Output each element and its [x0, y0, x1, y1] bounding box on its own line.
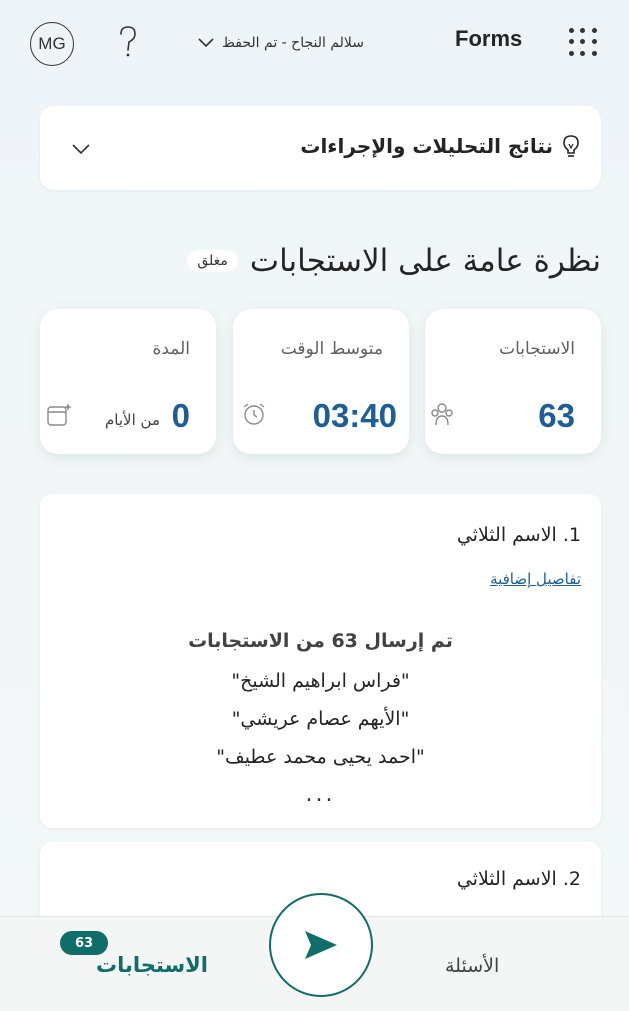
- avatar[interactable]: MG: [30, 22, 74, 66]
- response-summary: تم إرسال 63 من الاستجابات: [188, 630, 453, 652]
- more-ellipsis: ...: [305, 782, 336, 807]
- more-details-link[interactable]: تفاصيل إضافية: [490, 570, 581, 588]
- app-brand: Forms: [455, 26, 523, 51]
- send-icon: [305, 931, 337, 959]
- calendar-sparkle-icon: [47, 403, 72, 426]
- top-bar: MG سلالم النجاح - تم الحفظ Forms: [0, 0, 629, 86]
- duration-stat-unit: من الأيام: [105, 411, 160, 429]
- avg-time-stat-label: متوسط الوقت: [280, 339, 383, 359]
- chevron-down-icon: [198, 38, 214, 48]
- responses-stat-card: الاستجابات 63: [425, 309, 601, 454]
- waffle-icon[interactable]: [569, 28, 599, 58]
- avg-time-stat-card: متوسط الوقت 03:40: [233, 309, 409, 454]
- page-title: نظرة عامة على الاستجابات: [249, 243, 601, 279]
- lightbulb-icon: [563, 135, 579, 157]
- response-answer: "احمد يحيى محمد عطيف": [216, 746, 425, 768]
- responses-count-badge: 63: [60, 931, 108, 955]
- tab-responses[interactable]: الاستجابات: [96, 953, 208, 977]
- tab-questions[interactable]: الأسئلة: [445, 955, 499, 977]
- response-answer: "فراس ابراهيم الشيخ": [231, 670, 410, 692]
- duration-stat-value: 0: [171, 397, 190, 434]
- document-title-dropdown[interactable]: سلالم النجاح - تم الحفظ: [198, 30, 364, 56]
- send-button[interactable]: [269, 893, 373, 997]
- people-icon: [431, 403, 453, 426]
- response-answer: "الأيهم عصام عريشي": [231, 708, 410, 730]
- question-title: 1. الاسم الثلاثي: [456, 524, 581, 546]
- question-card-1: 1. الاسم الثلاثي تفاصيل إضافية تم إرسال …: [40, 494, 601, 828]
- chevron-down-icon: [72, 144, 90, 155]
- insights-panel[interactable]: نتائج التحليلات والإجراءات: [40, 106, 601, 190]
- overview-header: نظرة عامة على الاستجابات مغلق: [187, 243, 601, 279]
- avg-time-stat-value: 03:40: [312, 397, 397, 434]
- insights-label: نتائج التحليلات والإجراءات: [300, 134, 553, 158]
- document-title: سلالم النجاح - تم الحفظ: [222, 35, 365, 51]
- help-icon[interactable]: [118, 24, 138, 60]
- status-badge: مغلق: [187, 250, 238, 272]
- duration-stat-label: المدة: [152, 339, 190, 359]
- question-title: 2. الاسم الثلاثي: [456, 868, 581, 890]
- duration-stat-card: المدة 0 من الأيام: [40, 309, 216, 454]
- responses-stat-label: الاستجابات: [499, 339, 575, 359]
- responses-stat-value: 63: [538, 397, 575, 434]
- alarm-clock-icon: [243, 403, 265, 425]
